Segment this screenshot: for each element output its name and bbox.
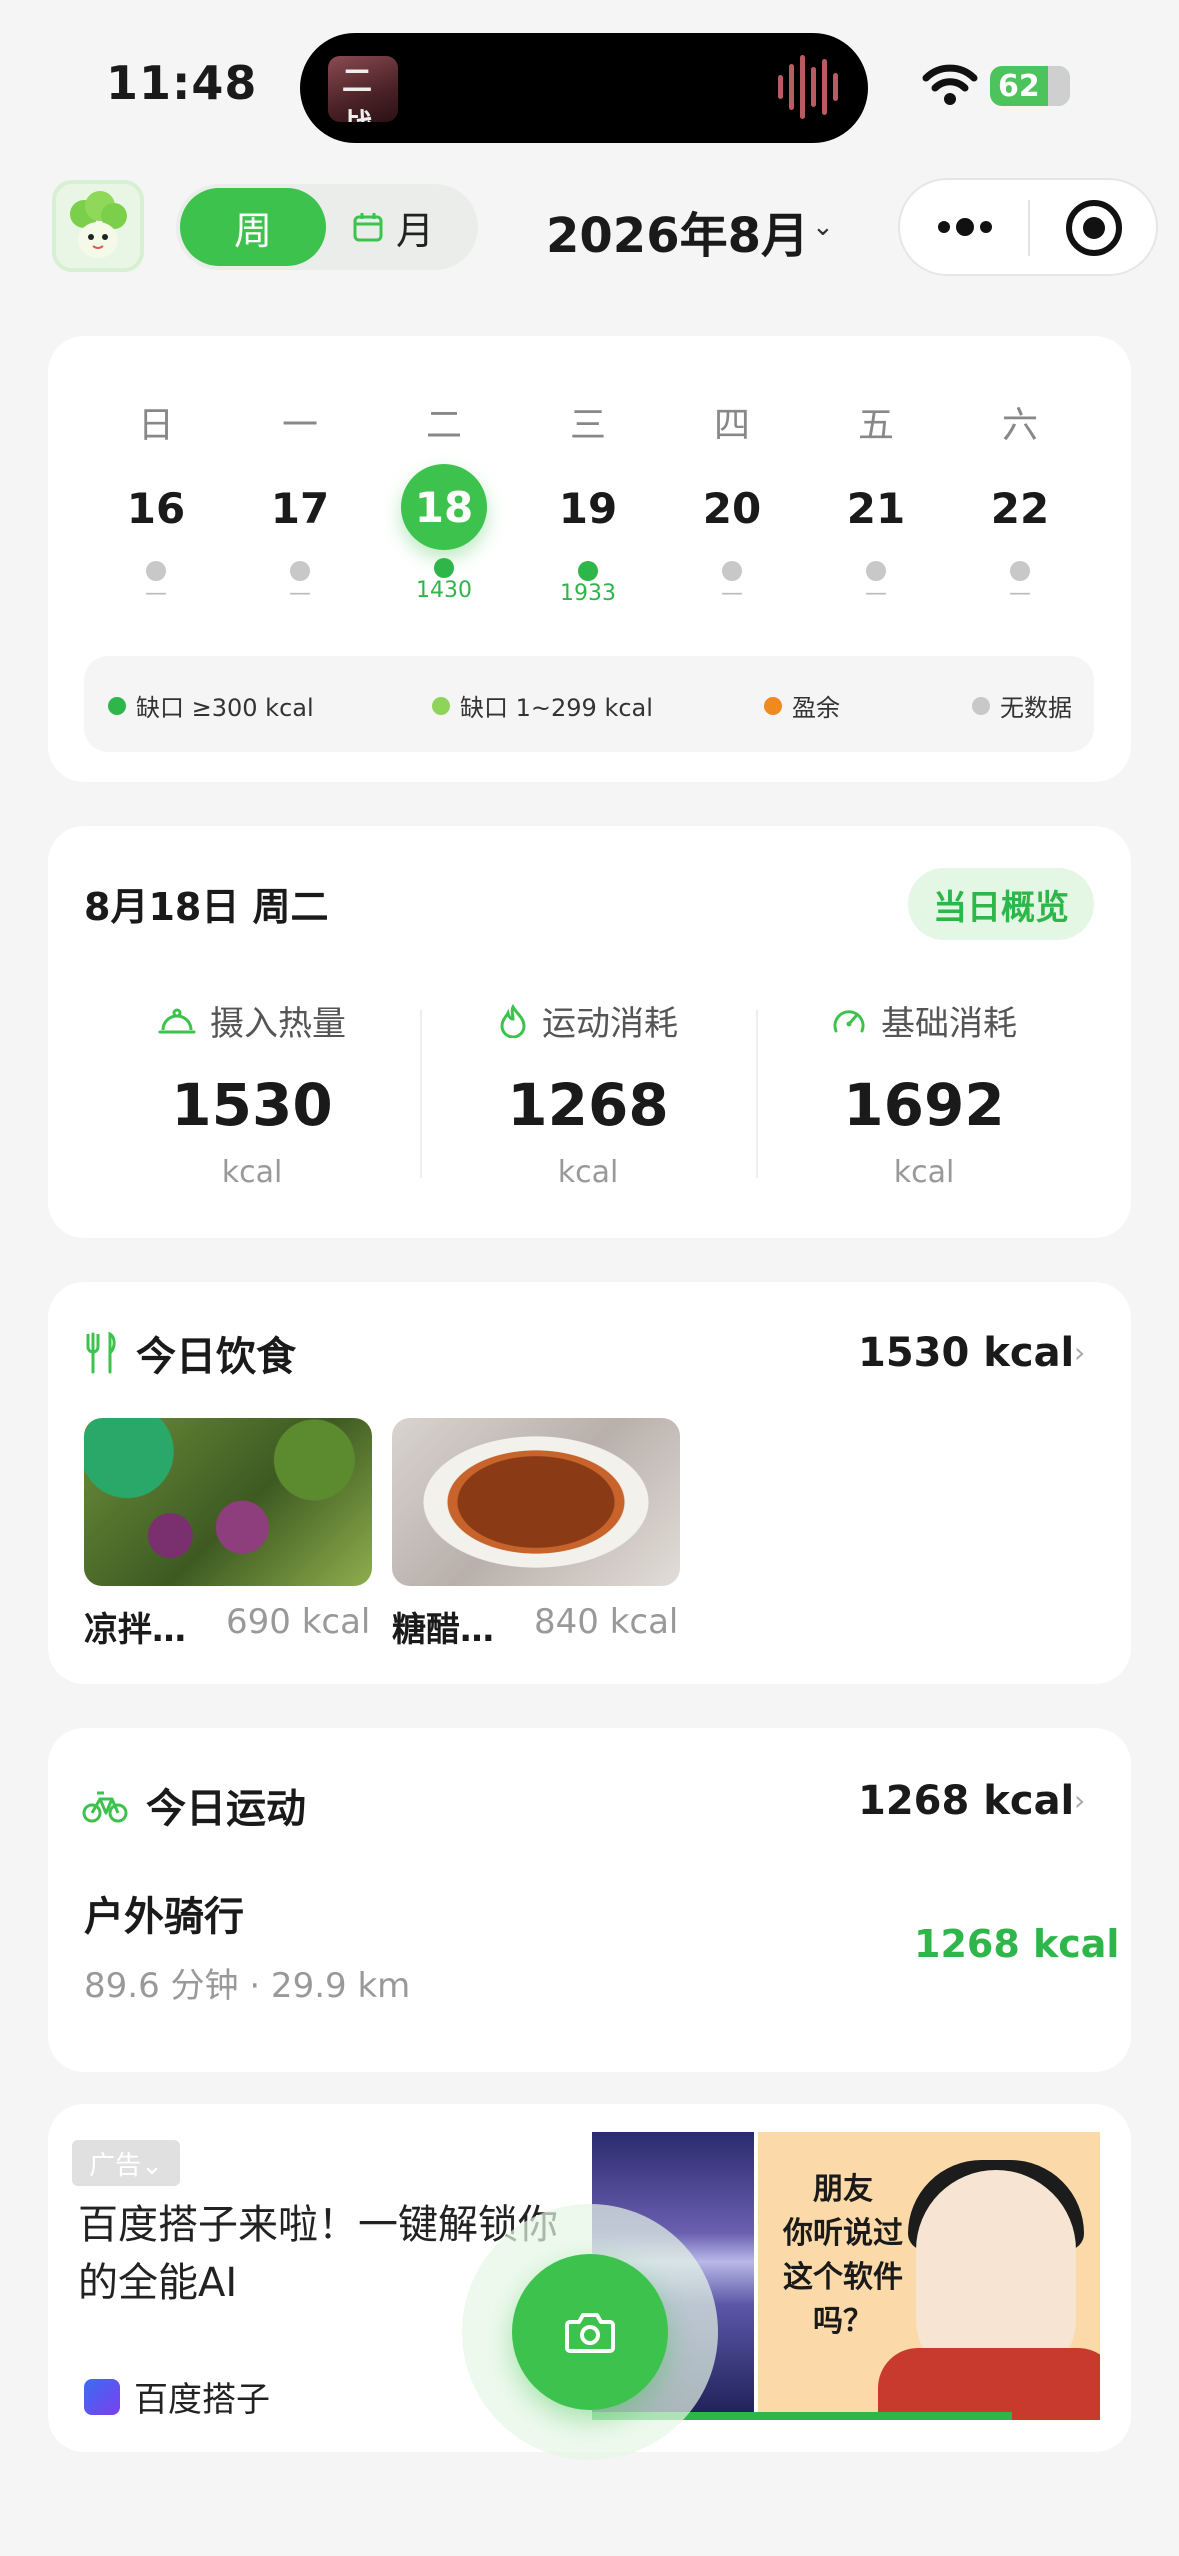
brand-logo-icon <box>84 2378 120 2415</box>
day-column[interactable]: 六 22 — <box>948 396 1092 606</box>
legend-deficit-300: 缺口 ≥300 kcal <box>108 688 314 723</box>
legend-dot-icon <box>764 696 782 715</box>
food-name: 凉拌… <box>84 1610 186 1650</box>
day-column[interactable]: 三 19 1933 <box>516 396 660 606</box>
day-number: 17 <box>270 484 330 533</box>
chevron-right-icon[interactable]: › <box>1074 1336 1085 1369</box>
day-status-dot <box>578 561 598 581</box>
tab-month-label: 月 <box>396 208 435 253</box>
day-value: — <box>289 581 311 606</box>
day-value: — <box>721 581 743 606</box>
wifi-icon <box>922 64 978 105</box>
tab-month[interactable]: 月 <box>352 188 472 266</box>
food-kcal: 840 kcal <box>534 1602 679 1642</box>
illustration-shirt <box>878 2348 1100 2420</box>
day-number: 20 <box>702 484 762 533</box>
food-name: 糖醋… <box>392 1610 494 1650</box>
audio-wave-icon <box>778 52 840 122</box>
gauge-icon <box>833 1009 865 1032</box>
camera-button[interactable] <box>512 2254 668 2410</box>
day-column[interactable]: 四 20 — <box>660 396 804 606</box>
legend-dot-icon <box>432 696 450 715</box>
exercise-title: 今日运动 <box>82 1776 306 1834</box>
day-number: 19 <box>558 484 618 533</box>
weekday-label: 一 <box>281 405 318 446</box>
stat-exercise[interactable]: 运动消耗 1268 kcal <box>420 996 756 1190</box>
day-number: 16 <box>126 484 186 533</box>
ad-image-text: 朋友 你听说过 这个软件吗？ <box>783 2172 903 2339</box>
ad-image-illustration[interactable]: 朋友 你听说过 这个软件吗？ <box>758 2132 1100 2420</box>
weekday-label: 二 <box>425 405 462 446</box>
calendar-icon <box>353 213 383 242</box>
weekday-label: 六 <box>1001 405 1038 446</box>
status-time: 11:48 <box>106 56 258 110</box>
food-photo[interactable] <box>392 1418 680 1586</box>
stat-unit: kcal <box>893 1155 955 1190</box>
food-photo[interactable] <box>84 1418 372 1586</box>
ad-brand[interactable]: 百度搭子 <box>84 2372 270 2421</box>
day-value: — <box>865 581 887 606</box>
day-column[interactable]: 二 18 1430 <box>372 396 516 603</box>
weekday-label: 日 <box>137 405 174 446</box>
exercise-name: 户外骑行 <box>84 1894 244 1940</box>
stat-unit: kcal <box>557 1155 619 1190</box>
day-value: 1933 <box>560 581 616 606</box>
weekday-label: 三 <box>569 405 606 446</box>
legend-no-data: 无数据 <box>972 688 1072 723</box>
capsule-divider <box>1028 200 1030 256</box>
day-status-dot <box>1010 561 1030 581</box>
day-status-dot <box>866 561 886 581</box>
overview-date: 8月18日 周二 <box>84 885 329 929</box>
day-status-dot <box>146 561 166 581</box>
weekday-label: 四 <box>713 405 750 446</box>
bicycle-icon <box>82 1791 128 1823</box>
close-miniprogram-icon[interactable] <box>1066 200 1122 256</box>
day-number: 22 <box>990 484 1050 533</box>
stat-value: 1692 <box>843 1071 1005 1139</box>
broccoli-mascot-icon <box>70 191 127 258</box>
cloche-icon <box>158 1008 196 1033</box>
day-column[interactable]: 五 21 — <box>804 396 948 606</box>
exercise-meta: 89.6 分钟 · 29.9 km <box>84 1966 411 2006</box>
stat-basal[interactable]: 基础消耗 1692 kcal <box>756 996 1092 1190</box>
legend-deficit-1-299: 缺口 1~299 kcal <box>432 688 653 723</box>
tab-week[interactable]: 周 <box>180 188 326 266</box>
month-title[interactable]: 2026年8月 <box>546 196 809 266</box>
stat-value: 1268 <box>507 1071 669 1139</box>
battery-indicator: 62 <box>990 66 1070 106</box>
food-kcal: 690 kcal <box>226 1602 371 1642</box>
day-column[interactable]: 一 17 — <box>228 396 372 606</box>
exercise-kcal: 1268 kcal <box>914 1922 1120 1966</box>
day-number: 21 <box>846 484 906 533</box>
daily-overview-button[interactable]: 当日概览 <box>908 868 1094 940</box>
chevron-down-icon[interactable]: ⌄ <box>812 212 834 242</box>
thumbnail-text: 二战 <box>342 64 372 122</box>
diet-title: 今日饮食 <box>84 1324 296 1382</box>
utensils-icon <box>86 1331 116 1374</box>
legend-dot-icon <box>108 696 126 715</box>
diet-total-kcal: 1530 kcal <box>858 1330 1075 1376</box>
camera-icon <box>565 2313 615 2353</box>
day-value: 1430 <box>416 578 472 603</box>
app-avatar[interactable] <box>52 180 144 272</box>
chevron-right-icon[interactable]: › <box>1074 1784 1085 1817</box>
day-value: — <box>145 581 167 606</box>
exercise-total-kcal: 1268 kcal <box>858 1778 1075 1824</box>
more-icon[interactable] <box>934 202 996 252</box>
flame-icon <box>500 1003 526 1038</box>
day-number: 18 <box>401 464 487 550</box>
legend-surplus: 盈余 <box>764 688 840 723</box>
weekday-label: 五 <box>857 405 894 446</box>
day-column[interactable]: 日 16 — <box>84 396 228 606</box>
stat-value: 1530 <box>171 1071 333 1139</box>
day-status-dot <box>722 561 742 581</box>
day-status-dot <box>434 558 454 578</box>
legend-dot-icon <box>972 696 990 715</box>
stat-unit: kcal <box>221 1155 283 1190</box>
now-playing-thumbnail[interactable]: 二战 <box>328 56 398 122</box>
stat-intake[interactable]: 摄入热量 1530 kcal <box>84 996 420 1190</box>
day-value: — <box>1009 581 1031 606</box>
ad-tag[interactable]: 广告⌄ <box>72 2140 180 2186</box>
day-status-dot <box>290 561 310 581</box>
